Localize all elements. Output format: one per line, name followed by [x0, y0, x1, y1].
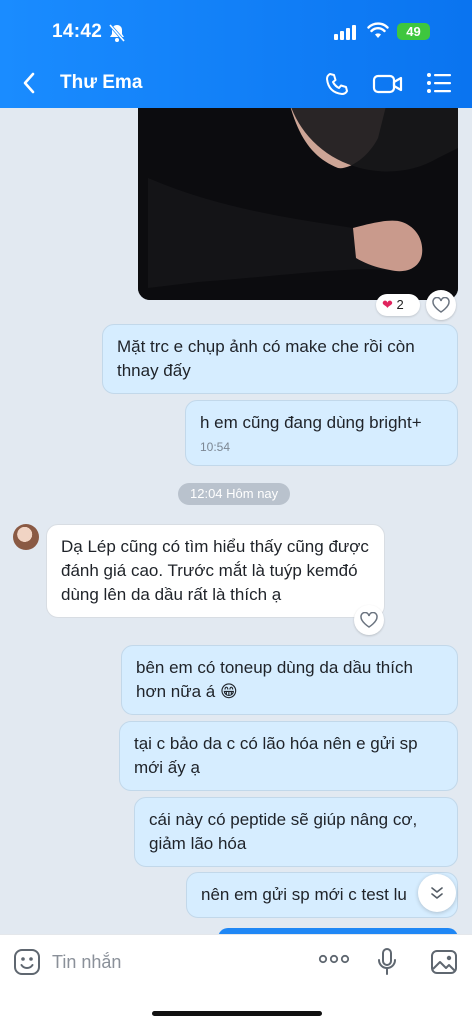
contact-name[interactable]: Thư Ema — [60, 72, 142, 94]
emoji-sticker-icon[interactable] — [13, 948, 41, 981]
message-text: nên em gửi sp mới c test lu — [201, 885, 407, 904]
message-bubble[interactable]: Dạ Lép cũng có tìm hiểu thấy cũng được đ… — [46, 524, 385, 618]
like-heart-button[interactable] — [426, 290, 456, 320]
message-text: tại c bảo da c có lão hóa nên e gửi sp m… — [134, 734, 418, 777]
message-bubble[interactable]: tại c bảo da c có lão hóa nên e gửi sp m… — [119, 721, 458, 791]
menu-list-icon[interactable] — [426, 72, 452, 99]
message-text: bên em có toneup dùng da dầu thích hơn n… — [136, 658, 413, 701]
contact-avatar[interactable] — [13, 524, 39, 550]
date-separator: 12:04 Hôm nay — [178, 483, 291, 505]
home-indicator — [152, 1011, 322, 1016]
more-options-icon[interactable] — [318, 951, 350, 969]
message-time: 10:54 — [200, 440, 231, 454]
nav-bar: Thư Ema — [0, 62, 472, 106]
status-time: 14:42 — [52, 21, 103, 42]
message-text: Dạ Lép cũng có tìm hiểu thấy cũng được đ… — [61, 537, 369, 604]
like-heart-button[interactable] — [354, 605, 384, 635]
status-bar: 14:42 49 — [0, 18, 472, 48]
message-text: h em cũng đang dùng bright+ — [200, 413, 422, 432]
image-picker-icon[interactable] — [430, 949, 458, 980]
message-bubble[interactable]: Mặt trc e chụp ảnh có make che rồi còn t… — [102, 324, 458, 394]
double-chevron-down-icon — [431, 887, 443, 899]
message-bubble[interactable]: h em cũng đang dùng bright+ 10:54 — [185, 400, 458, 466]
message-text: cái này có peptide sẽ giúp nâng cơ, giảm… — [149, 810, 418, 853]
reaction-count: 2 — [396, 297, 404, 312]
wifi-icon — [367, 22, 389, 44]
chat-header: 14:42 49 Thư Ema — [0, 0, 472, 108]
message-bubble[interactable]: cái này có peptide sẽ giúp nâng cơ, giảm… — [134, 797, 458, 867]
message-bubble[interactable]: bên em có toneup dùng da dầu thích hơn n… — [121, 645, 458, 715]
scroll-to-bottom-button[interactable] — [418, 874, 456, 912]
signal-icon — [334, 24, 358, 45]
back-arrow-icon[interactable] — [22, 72, 36, 99]
heart-reaction-icon: ❤ — [382, 297, 393, 312]
reaction-badge[interactable]: ❤ 2 — [376, 294, 420, 316]
bell-muted-icon — [108, 23, 126, 48]
phone-call-icon[interactable] — [324, 71, 350, 102]
message-composer — [0, 934, 472, 1024]
microphone-icon[interactable] — [376, 947, 398, 982]
video-call-icon[interactable] — [372, 72, 404, 101]
message-input[interactable] — [52, 949, 292, 975]
message-list[interactable]: ❤ 2 Mặt trc e chụp ảnh có make che rồi c… — [0, 108, 472, 934]
message-text: Mặt trc e chụp ảnh có make che rồi còn t… — [117, 337, 415, 380]
photo-message[interactable] — [138, 108, 458, 300]
battery-indicator: 49 — [397, 23, 430, 40]
